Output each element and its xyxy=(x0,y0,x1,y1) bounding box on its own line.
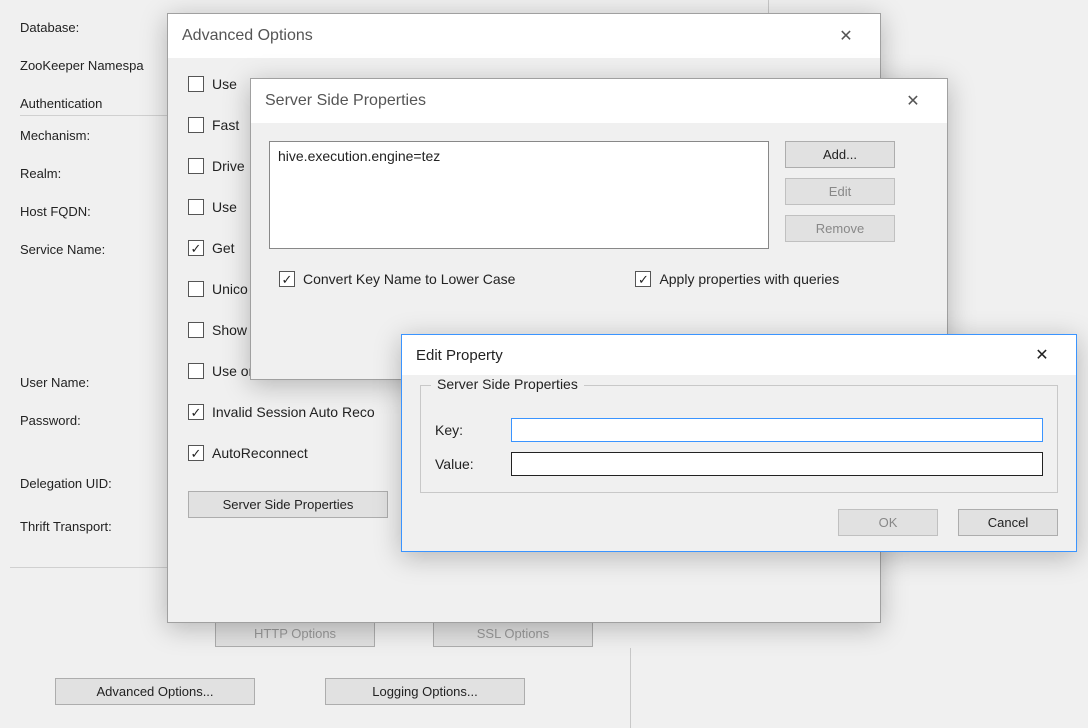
fast-label: Fast xyxy=(212,117,239,133)
invalid-session-auto-recover-checkbox[interactable] xyxy=(188,404,204,420)
autoreconnect-checkbox[interactable] xyxy=(188,445,204,461)
use2-label: Use xyxy=(212,199,237,215)
server-side-properties-title: Server Side Properties xyxy=(265,92,426,110)
ssl-options-button[interactable]: SSL Options xyxy=(433,620,593,647)
edit-button[interactable]: Edit xyxy=(785,178,895,205)
zookeeper-namespace-label: ZooKeeper Namespa xyxy=(20,58,190,73)
password-label: Password: xyxy=(20,413,190,428)
use2-checkbox[interactable] xyxy=(188,199,204,215)
get-checkbox[interactable] xyxy=(188,240,204,256)
close-icon[interactable]: ✕ xyxy=(826,26,866,46)
drive-label: Drive xyxy=(212,158,245,174)
apply-with-queries-checkbox[interactable] xyxy=(635,271,651,287)
thrift-transport-label: Thrift Transport: xyxy=(20,519,190,534)
advanced-options-title: Advanced Options xyxy=(182,27,313,45)
add-button[interactable]: Add... xyxy=(785,141,895,168)
invalid-session-auto-recover-label: Invalid Session Auto Reco xyxy=(212,404,375,420)
convert-lowercase-label: Convert Key Name to Lower Case xyxy=(303,271,515,287)
service-name-label: Service Name: xyxy=(20,242,190,257)
value-label: Value: xyxy=(435,456,497,472)
autoreconnect-label: AutoReconnect xyxy=(212,445,308,461)
fast-checkbox[interactable] xyxy=(188,117,204,133)
close-icon[interactable]: ✕ xyxy=(1022,345,1062,365)
drive-checkbox[interactable] xyxy=(188,158,204,174)
use-checkbox[interactable] xyxy=(188,76,204,92)
unicode-label: Unico xyxy=(212,281,248,297)
remove-button[interactable]: Remove xyxy=(785,215,895,242)
database-label: Database: xyxy=(20,20,190,35)
show-system-table-checkbox[interactable] xyxy=(188,322,204,338)
authentication-section-label: Authentication xyxy=(20,96,190,116)
value-input[interactable] xyxy=(511,452,1043,476)
edit-property-fieldset-legend: Server Side Properties xyxy=(431,376,584,392)
convert-lowercase-checkbox[interactable] xyxy=(279,271,295,287)
key-input[interactable] xyxy=(511,418,1043,442)
edit-property-title: Edit Property xyxy=(416,347,503,364)
delegation-uid-label: Delegation UID: xyxy=(20,476,190,491)
key-label: Key: xyxy=(435,422,497,438)
advanced-options-button[interactable]: Advanced Options... xyxy=(55,678,255,705)
realm-label: Realm: xyxy=(20,166,190,181)
unicode-checkbox[interactable] xyxy=(188,281,204,297)
logging-options-button[interactable]: Logging Options... xyxy=(325,678,525,705)
edit-property-cancel-button[interactable]: Cancel xyxy=(958,509,1058,536)
use-only-sspi-checkbox[interactable] xyxy=(188,363,204,379)
user-name-label: User Name: xyxy=(20,375,190,390)
get-label: Get xyxy=(212,240,235,256)
edit-property-dialog: Edit Property ✕ Server Side Properties K… xyxy=(401,334,1077,552)
use-label: Use xyxy=(212,76,237,92)
edit-property-ok-button[interactable]: OK xyxy=(838,509,938,536)
list-item[interactable]: hive.execution.engine=tez xyxy=(278,148,760,164)
server-side-properties-list[interactable]: hive.execution.engine=tez xyxy=(269,141,769,249)
host-fqdn-label: Host FQDN: xyxy=(20,204,190,219)
mechanism-label: Mechanism: xyxy=(20,128,190,143)
server-side-properties-button[interactable]: Server Side Properties xyxy=(188,491,388,518)
close-icon[interactable]: ✕ xyxy=(893,91,933,111)
apply-with-queries-label: Apply properties with queries xyxy=(659,271,839,287)
http-options-button[interactable]: HTTP Options xyxy=(215,620,375,647)
